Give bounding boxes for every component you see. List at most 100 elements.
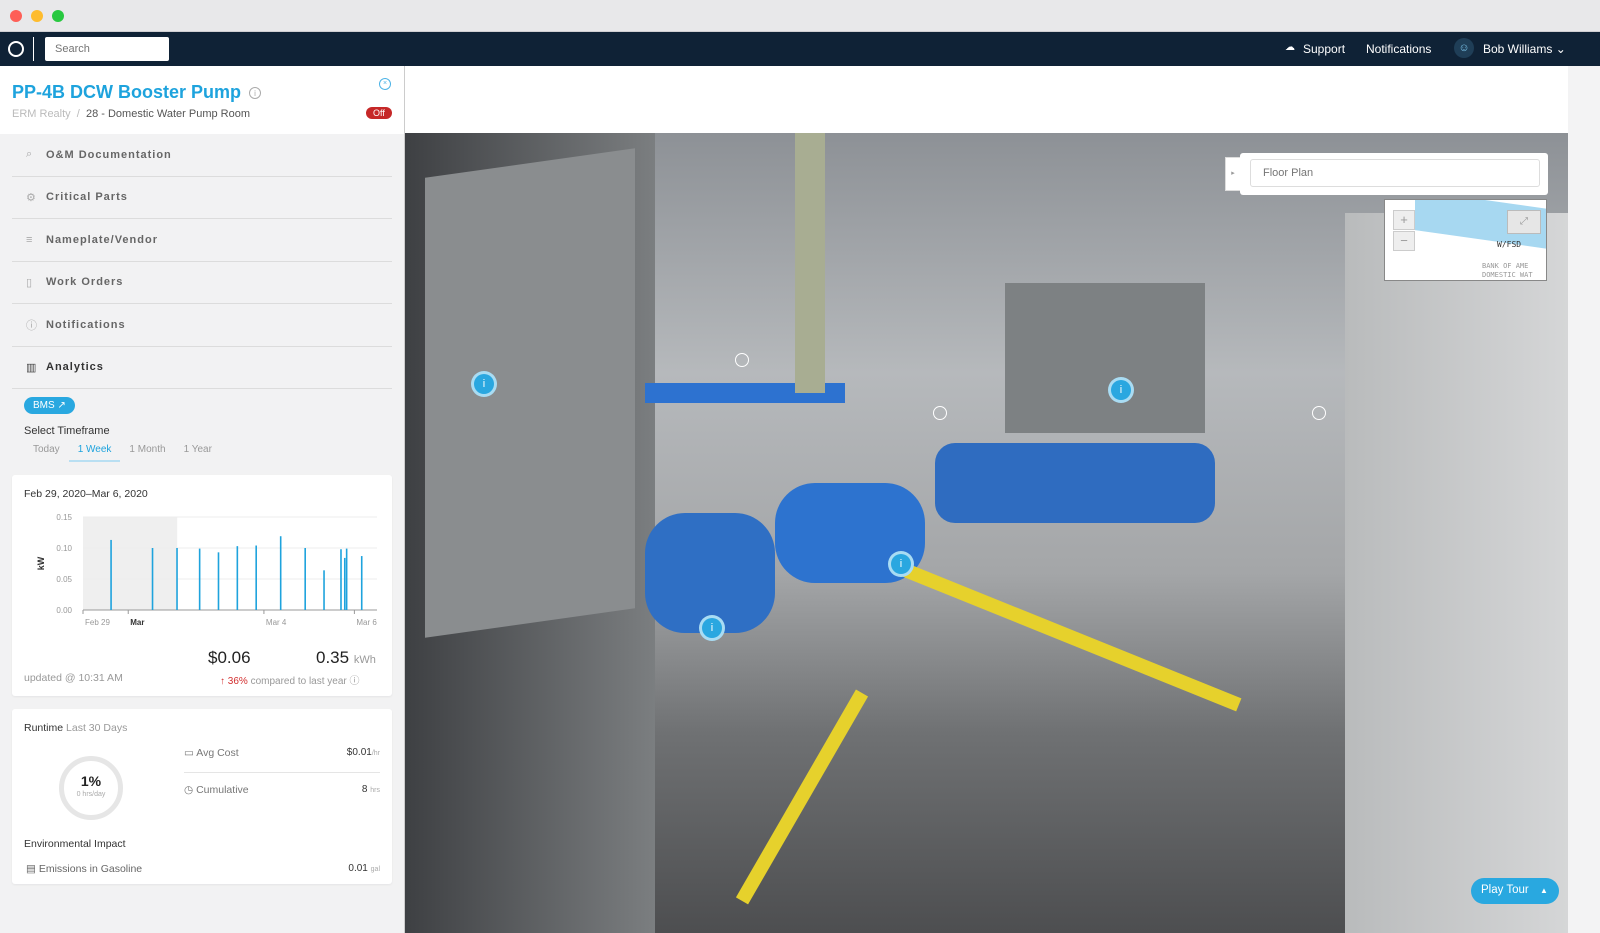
info-icon[interactable]: i: [249, 87, 262, 100]
maximize-window-button[interactable]: [52, 10, 64, 22]
info-hotspot[interactable]: i: [888, 551, 914, 577]
cumulative-row: ◷ Cumulative 8 hrs: [184, 784, 380, 796]
energy-unit: kWh: [353, 654, 376, 666]
menu-item-notifications[interactable]: ⓘ Notifications: [12, 304, 392, 347]
menu-item-om-documentation[interactable]: ⌕ O&M Documentation: [12, 134, 392, 177]
emissions-label: Emissions in Gasoline: [38, 863, 143, 875]
info-icon[interactable]: ⓘ: [350, 676, 360, 687]
divider: [33, 37, 34, 61]
arrow-up-icon: ↑: [220, 676, 225, 687]
comparison: ↑ 36% compared to last year ⓘ: [220, 672, 360, 687]
bar: [176, 548, 178, 610]
info-hotspot[interactable]: i: [1108, 377, 1134, 403]
avg-cost-row: ▭ Avg Cost $0.01/hr: [184, 747, 380, 773]
bms-label: BMS: [33, 400, 55, 411]
y-tick-label: 0.05: [56, 575, 72, 584]
menu-item-label: Critical Parts: [46, 191, 128, 204]
breadcrumb-building[interactable]: ERM Realty: [12, 108, 71, 120]
play-tour-button[interactable]: Play Tour ▲: [1471, 878, 1559, 904]
clock-icon: ◷: [184, 784, 194, 796]
cumulative-unit: hrs: [370, 787, 380, 794]
tab-1-week[interactable]: 1 Week: [68, 444, 121, 462]
gas-icon: ▤: [26, 863, 36, 875]
menu-item-work-orders[interactable]: ▯ Work Orders: [12, 262, 392, 304]
viewer-header: [405, 66, 1568, 133]
runtime-title: Runtime Last 30 Days: [24, 722, 127, 734]
logo-icon[interactable]: [8, 41, 24, 57]
floor-plan-toggle[interactable]: ▸: [1225, 157, 1241, 191]
minimize-window-button[interactable]: [31, 10, 43, 22]
menu-item-critical-parts[interactable]: ⚙ Critical Parts: [12, 177, 392, 219]
support-link[interactable]: Support: [1303, 42, 1345, 56]
emissions-value: 0.01: [348, 863, 368, 874]
right-wall: [1345, 213, 1568, 933]
bar: [236, 546, 239, 610]
tab-today[interactable]: Today: [24, 444, 69, 462]
asset-sidebar: PP-4B DCW Booster Pump i ERM Realty / 28 …: [0, 66, 405, 933]
play-tour-label: Play Tour: [1481, 884, 1529, 896]
bar: [279, 536, 282, 610]
parts-icon: ⚙: [26, 191, 36, 204]
runtime-card: Runtime Last 30 Days 1% 0 hrs/day ▭ Avg …: [12, 709, 392, 884]
date-range: Feb 29, 2020–Mar 6, 2020: [24, 488, 148, 500]
search-input[interactable]: [45, 37, 169, 61]
bar: [304, 548, 306, 610]
alert-icon: ⓘ: [26, 319, 37, 332]
asset-header: PP-4B DCW Booster Pump i ERM Realty / 28 …: [0, 66, 404, 134]
x-tick-label: Mar: [130, 618, 144, 627]
close-icon[interactable]: ×: [379, 78, 391, 90]
navigation-point[interactable]: [735, 353, 749, 367]
bar: [360, 556, 363, 610]
zoom-out-button[interactable]: −: [1393, 231, 1415, 251]
energy-amount: 0.35: [316, 648, 350, 667]
floor-plan-select[interactable]: [1250, 159, 1540, 187]
bar: [198, 548, 201, 610]
x-tick-label: Mar 4: [266, 618, 287, 627]
runtime-label: Runtime: [24, 722, 64, 734]
navigation-point[interactable]: [933, 406, 947, 420]
expand-icon[interactable]: ⤢: [1507, 210, 1541, 234]
pipe: [795, 133, 825, 393]
minimap-label: W/FSD: [1497, 240, 1522, 249]
avg-cost-value: $0.01: [346, 747, 372, 758]
pump-motor: [935, 443, 1215, 523]
menu-item-label: O&M Documentation: [46, 148, 172, 161]
floor-plan-minimap[interactable]: + − ⤢ W/FSD BANK OF AME DOMESTIC WAT: [1384, 199, 1547, 281]
bar-chart-icon: ▥: [26, 361, 37, 374]
floor-plan-panel: [1240, 153, 1548, 195]
chevron-down-icon: ⌄: [1555, 42, 1566, 56]
chevron-up-icon: ▲: [1539, 886, 1548, 895]
notifications-link[interactable]: Notifications: [1366, 42, 1431, 56]
bar: [343, 557, 346, 610]
menu-item-nameplate-vendor[interactable]: ≡ Nameplate/Vendor: [12, 219, 392, 262]
emissions-row: ▤ Emissions in Gasoline 0.01 gal: [26, 863, 380, 875]
bms-button[interactable]: BMS ↗: [24, 397, 75, 414]
status-badge: Off: [366, 107, 392, 119]
menu-item-label: Analytics: [46, 361, 104, 374]
user-menu[interactable]: Bob Williams ⌄: [1483, 42, 1566, 56]
runtime-percent: 1%: [80, 773, 102, 789]
x-tick-label: Feb 29: [85, 618, 110, 627]
navigation-point[interactable]: [1312, 406, 1326, 420]
runtime-gauge: 1% 0 hrs/day: [59, 756, 123, 820]
tab-1-year[interactable]: 1 Year: [175, 444, 221, 462]
info-hotspot[interactable]: i: [699, 615, 725, 641]
x-tick-label: Mar 6: [356, 618, 377, 627]
close-window-button[interactable]: [10, 10, 22, 22]
page-scrollbar[interactable]: [1568, 66, 1600, 933]
info-hotspot[interactable]: i: [471, 371, 497, 397]
menu-item-label: Notifications: [46, 318, 126, 331]
breadcrumb-room[interactable]: 28 - Domestic Water Pump Room: [86, 108, 250, 120]
runtime-per-day: 0 hrs/day: [76, 791, 106, 798]
menu-item-analytics[interactable]: ▥ Analytics: [12, 347, 392, 389]
page-title: PP-4B DCW Booster Pump i: [12, 82, 262, 103]
bar: [345, 548, 348, 610]
y-tick-label: 0.00: [56, 606, 72, 615]
updated-time: updated @ 10:31 AM: [24, 672, 123, 684]
zoom-in-button[interactable]: +: [1393, 210, 1415, 230]
y-tick-label: 0.15: [56, 513, 72, 522]
user-avatar-icon[interactable]: ☺: [1454, 38, 1474, 58]
timeframe-tabs: Today 1 Week 1 Month 1 Year: [24, 444, 221, 462]
asset-title: PP-4B DCW Booster Pump: [12, 82, 242, 102]
tab-1-month[interactable]: 1 Month: [120, 444, 174, 462]
